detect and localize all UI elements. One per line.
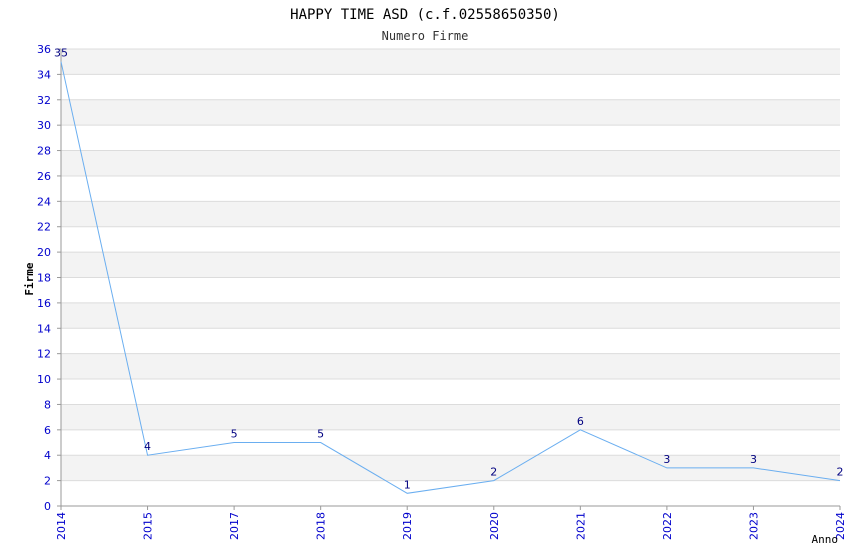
plot-band	[61, 480, 840, 506]
y-tick-label: 2	[44, 475, 51, 488]
data-label: 6	[577, 415, 584, 428]
plot-band	[61, 201, 840, 227]
y-tick-label: 22	[37, 221, 51, 234]
x-tick-label: 2023	[747, 512, 760, 540]
plot-band	[61, 125, 840, 151]
plot-band	[61, 353, 840, 380]
x-tick-labels: 2014 2015 2017 2018 2019 2020 2021 2022 2023 2024	[55, 512, 847, 540]
x-tick-label: 2019	[401, 512, 414, 540]
plot-band	[61, 226, 840, 253]
line-chart: HAPPY TIME ASD (c.f.02558650350) Numero …	[23, 7, 847, 546]
plot-band	[61, 302, 840, 329]
y-tick-label: 16	[37, 297, 51, 310]
x-axis-label: Anno	[812, 533, 839, 546]
y-axis-label: Firme	[23, 262, 36, 295]
plot-band	[61, 99, 840, 126]
y-tick-label: 14	[37, 322, 51, 335]
y-tick-label: 6	[44, 424, 51, 437]
data-label: 1	[404, 478, 411, 491]
chart-title: HAPPY TIME ASD (c.f.02558650350)	[290, 7, 560, 23]
y-tick-label: 34	[37, 68, 51, 81]
data-label: 4	[144, 440, 151, 453]
plot-band	[61, 404, 840, 430]
x-tick-label: 2021	[574, 512, 587, 540]
y-tick-label: 24	[37, 195, 51, 208]
data-label: 2	[490, 466, 497, 479]
plot-band	[61, 379, 840, 405]
y-tick-label: 4	[44, 449, 51, 462]
x-tick-label: 2020	[488, 512, 501, 540]
x-tick-label: 2017	[228, 512, 241, 540]
plot-band	[61, 49, 840, 75]
data-label: 3	[663, 453, 670, 466]
y-tick-label: 26	[37, 170, 51, 183]
data-label: 5	[317, 428, 324, 441]
y-tick-label: 32	[37, 94, 51, 107]
plot-band	[61, 252, 840, 278]
plot-band	[61, 150, 840, 176]
y-tick-label: 0	[44, 500, 51, 513]
chart-subtitle: Numero Firme	[382, 29, 469, 43]
data-label: 35	[54, 47, 68, 60]
plot-band	[61, 74, 840, 100]
y-tick-label: 10	[37, 373, 51, 386]
x-tick-label: 2022	[661, 512, 674, 540]
data-label: 3	[750, 453, 757, 466]
plot-band	[61, 175, 840, 202]
y-tick-labels: 024681012141618202224262830323436	[37, 43, 51, 513]
data-label: 2	[837, 466, 844, 479]
plot-band	[61, 277, 840, 303]
y-tick-label: 36	[37, 43, 51, 56]
y-tick-label: 8	[44, 398, 51, 411]
y-tick-label: 12	[37, 348, 51, 361]
data-label: 5	[231, 428, 238, 441]
x-tick-label: 2015	[142, 512, 155, 540]
y-tick-label: 30	[37, 119, 51, 132]
x-tick-label: 2018	[315, 512, 328, 540]
y-tick-label: 20	[37, 246, 51, 259]
x-tick-label: 2014	[55, 512, 68, 540]
y-tick-label: 28	[37, 145, 51, 158]
plot-band	[61, 328, 840, 354]
plot-band	[61, 429, 840, 456]
y-tick-label: 18	[37, 272, 51, 285]
